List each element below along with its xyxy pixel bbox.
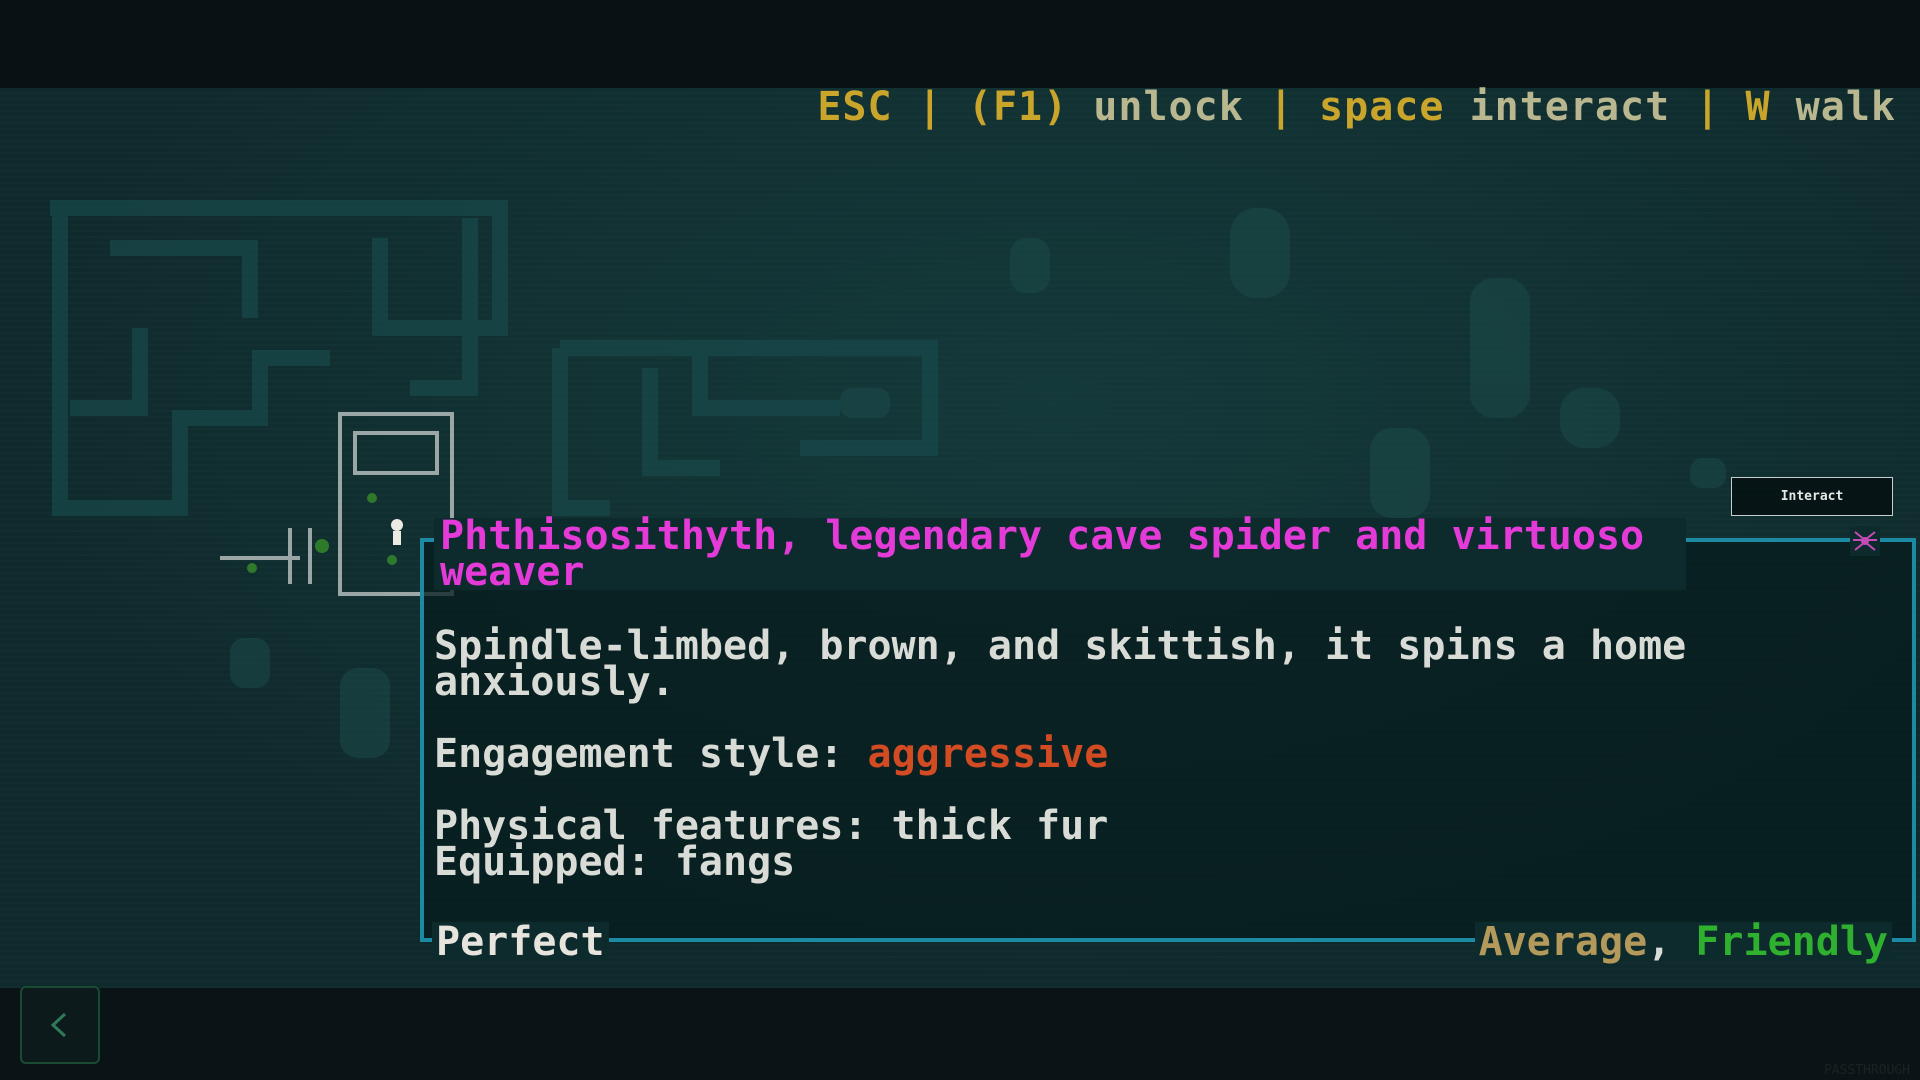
engagement-style: Engagement style: aggressive (434, 734, 1108, 774)
bottom-letterbox (0, 988, 1920, 1080)
hotkey-separator: | (1695, 84, 1746, 130)
hotkey-w-label[interactable]: walk (1796, 84, 1896, 130)
hotkey-space-label[interactable]: interact (1470, 84, 1671, 130)
engagement-style-label: Engagement style: (434, 731, 844, 777)
hotkey-bar: ESC | (F1) unlock | space interact | W w… (817, 84, 1896, 130)
back-button[interactable] (20, 986, 100, 1064)
hotkey-w-key[interactable]: W (1745, 84, 1770, 130)
hotkey-esc-key[interactable]: ESC (817, 84, 892, 130)
hotkey-f1-label[interactable]: unlock (1093, 84, 1244, 130)
engagement-style-value: aggressive (867, 731, 1109, 777)
difficulty-label: Average (1478, 919, 1648, 965)
top-letterbox (0, 0, 1920, 88)
hotkey-f1-key[interactable]: (F1) (968, 84, 1068, 130)
watermark: PASSTHROUGH (1823, 1063, 1910, 1078)
hotkey-space-key[interactable]: space (1319, 84, 1444, 130)
interact-button[interactable]: Interact (1731, 477, 1893, 516)
hotkey-separator: | (917, 84, 968, 130)
creature-name: Phthisosithyth, legendary cave spider an… (434, 516, 1686, 592)
creature-disposition: Average, Friendly (1474, 919, 1892, 965)
spider-icon (1850, 526, 1880, 556)
hotkey-separator: | (1268, 84, 1320, 130)
creature-info-popup: Phthisosithyth, legendary cave spider an… (420, 516, 1916, 962)
attitude-label: Friendly (1695, 919, 1888, 965)
equipped-items: Equipped: fangs (434, 839, 796, 885)
chevron-left-icon (50, 1012, 67, 1038)
health-status: Perfect (432, 922, 609, 962)
creature-description: Spindle-limbed, brown, and skittish, it … (434, 623, 1687, 705)
disposition-separator: , (1647, 919, 1672, 965)
